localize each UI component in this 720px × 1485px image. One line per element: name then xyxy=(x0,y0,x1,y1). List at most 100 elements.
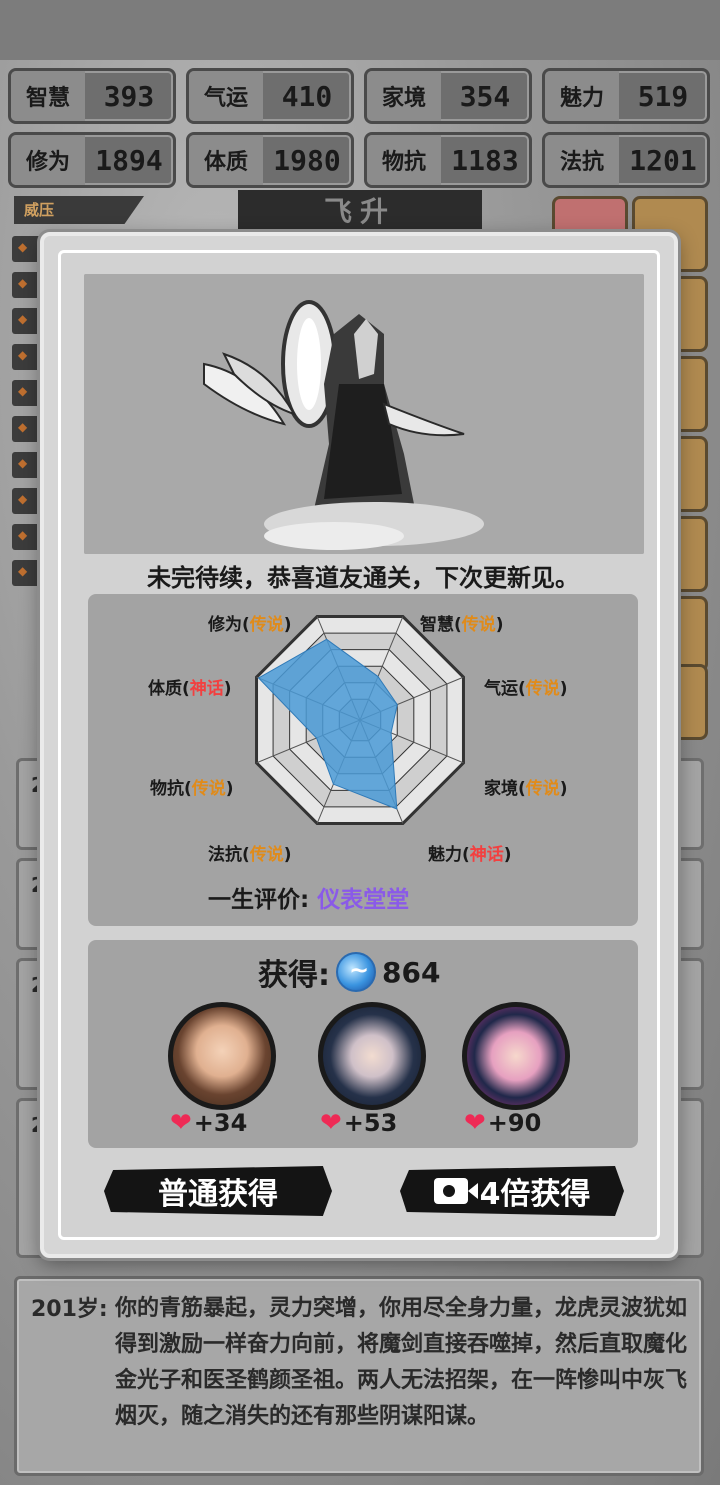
radar-rank: 传说 xyxy=(525,779,560,799)
immortal-figure-illustration xyxy=(84,274,644,554)
stat-jiajing: 家境 354 xyxy=(364,68,532,124)
radar-stat-name: 魅力 xyxy=(428,845,462,865)
stat-value: 1183 xyxy=(451,143,519,177)
radar-stat-name: 家境 xyxy=(484,779,518,799)
radar-label-zhihui: 智慧(传说) xyxy=(420,610,504,635)
gain-value: 864 xyxy=(382,955,441,989)
radar-paren-close: ) xyxy=(283,615,292,635)
radar-paren-close: ) xyxy=(283,845,292,865)
stat-tizhi: 体质 1980 xyxy=(186,132,354,188)
radar-stat-name: 智慧 xyxy=(420,615,454,635)
life-radar-panel: 修为(传说) 智慧(传说) 气运(传说) 家境(传说) 魅力(神话) 法抗(传说… xyxy=(88,594,638,926)
life-evaluation: 一生评价: 仪表堂堂 xyxy=(208,880,409,914)
top-bar-bg xyxy=(0,0,720,60)
radar-rank: 传说 xyxy=(525,679,560,699)
radar-paren-close: ) xyxy=(559,779,568,799)
radar-paren-open: ( xyxy=(462,845,470,865)
affection-gain: ❤ +53 xyxy=(320,1108,397,1138)
radar-paren-open: ( xyxy=(454,615,462,635)
video-icon xyxy=(433,1178,478,1204)
stat-value: 354 xyxy=(459,79,511,113)
evaluation-value: 仪表堂堂 xyxy=(317,887,410,913)
affection-value: +34 xyxy=(193,1109,248,1137)
radar-stat-name: 修为 xyxy=(208,615,242,635)
radar-paren-open: ( xyxy=(518,679,526,699)
radar-label-tizhi: 体质(神话) xyxy=(148,674,232,699)
radar-stat-name: 气运 xyxy=(484,679,518,699)
feisheng-banner: 飞升 xyxy=(238,190,482,234)
radar-paren-close: ) xyxy=(225,779,234,799)
stat-label: 体质 xyxy=(189,135,263,185)
stat-zhihui: 智慧 393 xyxy=(8,68,176,124)
companion-portrait[interactable] xyxy=(318,1002,426,1110)
radar-label-qiyun: 气运(传说) xyxy=(484,674,568,699)
radar-stat-name: 物抗 xyxy=(150,779,184,799)
radar-rank: 传说 xyxy=(249,845,284,865)
4x-claim-label: 4倍获得 xyxy=(479,1177,591,1212)
stat-label: 气运 xyxy=(189,71,263,121)
stat-value: 410 xyxy=(281,79,333,113)
ascension-illustration xyxy=(84,274,644,554)
stat-meili: 魅力 519 xyxy=(542,68,710,124)
radar-label-wukang: 物抗(传说) xyxy=(150,774,234,799)
radar-paren-open: ( xyxy=(242,845,250,865)
heart-icon: ❤ xyxy=(320,1108,342,1138)
spirit-orb-icon xyxy=(336,952,376,992)
stat-label: 魅力 xyxy=(545,71,619,121)
companion-portrait[interactable] xyxy=(462,1002,570,1110)
radar-paren-open: ( xyxy=(184,779,192,799)
stat-value: 519 xyxy=(637,79,689,113)
log-text: 你的青筋暴起，灵力突增，你用尽全身力量，龙虎灵波犹如得到激励一样奋力向前，将魔剑… xyxy=(115,1296,688,1429)
radar-paren-close: ) xyxy=(559,679,568,699)
4x-claim-button[interactable]: 4倍获得 xyxy=(400,1166,624,1216)
weiya-tag: 威压 xyxy=(14,196,144,224)
ending-message: 未完待续，恭喜道友通关，下次更新见。 xyxy=(147,564,579,592)
radar-rank: 传说 xyxy=(461,615,496,635)
radar-paren-open: ( xyxy=(182,679,190,699)
heart-icon: ❤ xyxy=(170,1108,192,1138)
normal-claim-button[interactable]: 普通获得 xyxy=(104,1166,332,1216)
gain-row: 获得: 864 xyxy=(258,950,440,994)
companion-portrait[interactable] xyxy=(168,1002,276,1110)
stat-label: 物抗 xyxy=(367,135,441,185)
affection-value: +53 xyxy=(343,1109,398,1137)
affection-gain: ❤ +90 xyxy=(464,1108,541,1138)
stat-value: 1201 xyxy=(629,143,697,177)
radar-stat-name: 法抗 xyxy=(208,845,242,865)
stat-label: 修为 xyxy=(11,135,85,185)
radar-label-xiuwei: 修为(传说) xyxy=(208,610,292,635)
radar-label-fakang: 法抗(传说) xyxy=(208,840,292,865)
radar-label-jiajing: 家境(传说) xyxy=(484,774,568,799)
radar-label-meili: 魅力(神话) xyxy=(428,840,512,865)
stat-label: 智慧 xyxy=(11,71,85,121)
stat-value: 1894 xyxy=(95,143,163,177)
radar-rank: 神话 xyxy=(189,679,224,699)
attribute-radar-chart xyxy=(255,615,465,825)
radar-stat-name: 体质 xyxy=(148,679,182,699)
radar-paren-close: ) xyxy=(503,845,512,865)
radar-paren-close: ) xyxy=(495,615,504,635)
stat-label: 法抗 xyxy=(545,135,619,185)
stat-xiuwei: 修为 1894 xyxy=(8,132,176,188)
stat-fakang: 法抗 1201 xyxy=(542,132,710,188)
stat-qiyun: 气运 410 xyxy=(186,68,354,124)
radar-paren-open: ( xyxy=(518,779,526,799)
radar-rank: 传说 xyxy=(191,779,226,799)
stat-wukang: 物抗 1183 xyxy=(364,132,532,188)
gain-label: 获得: xyxy=(258,958,330,993)
radar-rank: 神话 xyxy=(469,845,504,865)
stat-label: 家境 xyxy=(367,71,441,121)
affection-gain: ❤ +34 xyxy=(170,1108,247,1138)
normal-claim-label: 普通获得 xyxy=(158,1177,278,1212)
reward-panel: 获得: 864 ❤+34 ❤+53 ❤+90 xyxy=(88,940,638,1148)
heart-icon: ❤ xyxy=(464,1108,486,1138)
stat-value: 393 xyxy=(103,79,155,113)
affection-value: +90 xyxy=(487,1109,542,1137)
radar-paren-open: ( xyxy=(242,615,250,635)
log-age: 201岁: xyxy=(31,1297,108,1322)
radar-paren-close: ) xyxy=(223,679,232,699)
ascension-result-modal: 未完待续，恭喜道友通关，下次更新见。 修为(传说) 智慧(传说) 气运(传说) … xyxy=(40,232,678,1258)
attribute-grid: 智慧 393 气运 410 家境 354 魅力 519 修为 1894 体质 1980 物抗… xyxy=(8,68,712,188)
radar-rank: 传说 xyxy=(249,615,284,635)
stat-value: 1980 xyxy=(273,143,341,177)
